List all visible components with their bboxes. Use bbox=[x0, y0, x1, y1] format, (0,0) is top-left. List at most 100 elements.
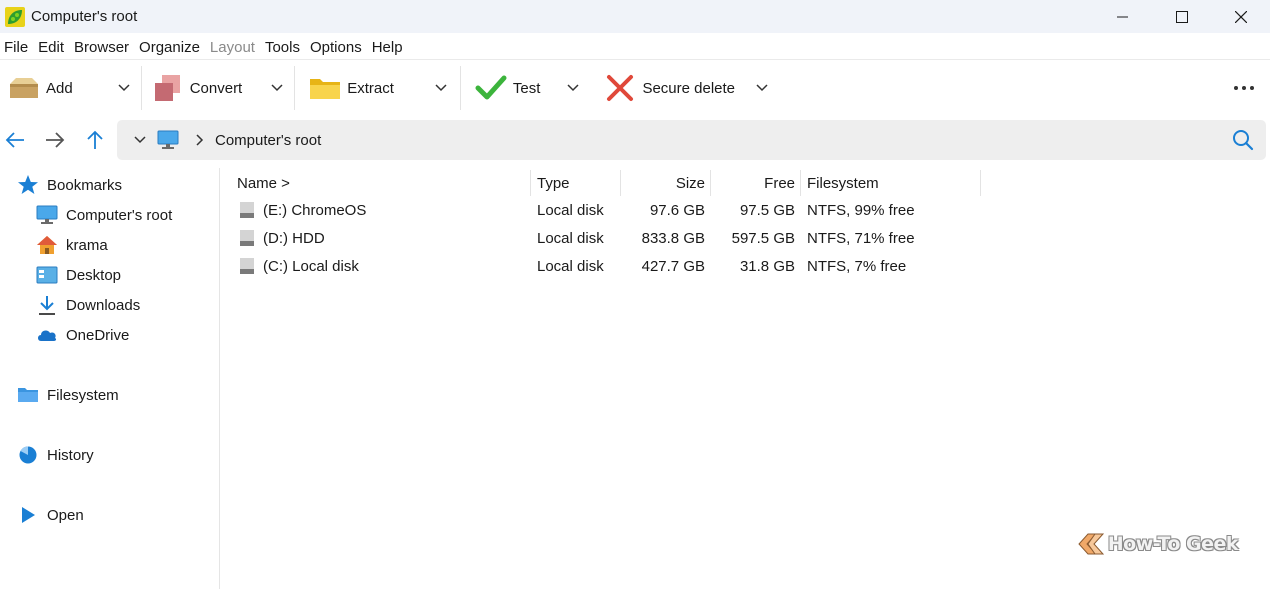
sidebar-history[interactable]: History bbox=[17, 443, 94, 467]
download-icon bbox=[36, 294, 58, 316]
minimize-button[interactable] bbox=[1093, 0, 1152, 33]
column-divider[interactable] bbox=[980, 170, 981, 196]
sidebar-item-label: krama bbox=[66, 236, 108, 254]
sidebar-item-computers-root[interactable]: Computer's root bbox=[36, 203, 172, 227]
toolbar-separator bbox=[294, 66, 296, 110]
folder-icon bbox=[17, 384, 39, 406]
column-divider[interactable] bbox=[620, 170, 621, 196]
address-bar[interactable]: Computer's root bbox=[117, 120, 1266, 160]
search-icon[interactable] bbox=[1232, 129, 1254, 151]
sidebar-item-onedrive[interactable]: OneDrive bbox=[36, 323, 129, 347]
menu-options[interactable]: Options bbox=[306, 39, 366, 56]
add-label: Add bbox=[46, 79, 73, 97]
chevron-down-icon bbox=[567, 84, 579, 92]
cell-size: 833.8 GB bbox=[641, 229, 705, 247]
drive-icon bbox=[240, 258, 254, 274]
chevron-down-icon[interactable] bbox=[133, 135, 147, 145]
sidebar-open[interactable]: Open bbox=[17, 503, 84, 527]
cell-name: (E:) ChromeOS bbox=[239, 196, 529, 224]
extract-label: Extract bbox=[347, 79, 394, 97]
drive-name: (D:) HDD bbox=[263, 229, 325, 247]
sidebar-history-label: History bbox=[47, 446, 94, 464]
app-logo-icon bbox=[5, 6, 25, 27]
sidebar-item-desktop[interactable]: Desktop bbox=[36, 263, 121, 287]
menu-edit[interactable]: Edit bbox=[34, 39, 68, 56]
back-button[interactable] bbox=[3, 128, 27, 152]
forward-button[interactable] bbox=[43, 128, 67, 152]
drive-icon bbox=[240, 202, 254, 218]
more-options-button[interactable] bbox=[1232, 78, 1256, 98]
window-title: Computer's root bbox=[31, 8, 138, 25]
chevron-down-icon bbox=[271, 84, 283, 92]
arrow-left-icon bbox=[5, 132, 24, 148]
drive-name: (C:) Local disk bbox=[263, 257, 359, 275]
column-header-filesystem[interactable]: Filesystem bbox=[807, 170, 977, 196]
test-label: Test bbox=[512, 79, 541, 97]
column-divider[interactable] bbox=[800, 170, 801, 196]
table-row[interactable]: (D:) HDD Local disk 833.8 GB 597.5 GB NT… bbox=[221, 224, 981, 252]
cell-filesystem: NTFS, 99% free bbox=[807, 201, 915, 219]
drive-name: (E:) ChromeOS bbox=[263, 201, 367, 219]
column-divider[interactable] bbox=[530, 170, 531, 196]
drive-icon bbox=[240, 230, 254, 246]
column-header-size[interactable]: Size bbox=[623, 170, 705, 196]
extract-button[interactable]: Extract bbox=[309, 62, 394, 114]
sidebar-item-label: OneDrive bbox=[66, 326, 130, 344]
test-dropdown-button[interactable] bbox=[562, 78, 584, 98]
menu-file[interactable]: File bbox=[0, 39, 32, 56]
column-header-name[interactable]: Name > bbox=[237, 170, 527, 196]
up-button[interactable] bbox=[83, 128, 107, 152]
sidebar-filesystem-label: Filesystem bbox=[47, 386, 119, 404]
convert-icon bbox=[154, 75, 180, 101]
menu-organize[interactable]: Organize bbox=[135, 39, 204, 56]
sidebar-bookmarks[interactable]: Bookmarks bbox=[17, 173, 122, 197]
secure-delete-dropdown-button[interactable] bbox=[751, 78, 773, 98]
cell-size: 427.7 GB bbox=[641, 257, 705, 275]
maximize-button[interactable] bbox=[1152, 0, 1211, 33]
sidebar-bookmarks-label: Bookmarks bbox=[47, 176, 123, 194]
convert-dropdown-button[interactable] bbox=[266, 78, 288, 98]
table-row[interactable]: (C:) Local disk Local disk 427.7 GB 31.8… bbox=[221, 252, 981, 280]
cell-free: 597.5 GB bbox=[731, 229, 795, 247]
chevron-down-icon bbox=[756, 84, 768, 92]
secure-delete-button[interactable]: Secure delete bbox=[604, 62, 735, 114]
maximize-icon bbox=[1175, 10, 1188, 23]
ellipsis-icon bbox=[1234, 86, 1254, 90]
menu-help[interactable]: Help bbox=[368, 39, 407, 56]
sidebar-item-downloads[interactable]: Downloads bbox=[36, 293, 140, 317]
minimize-icon bbox=[1116, 16, 1128, 17]
add-button[interactable]: Add bbox=[8, 62, 73, 114]
delete-x-icon bbox=[607, 75, 634, 101]
close-button[interactable] bbox=[1211, 0, 1270, 33]
star-icon bbox=[17, 174, 39, 196]
navigation-row: Computer's root bbox=[0, 120, 1270, 160]
menu-tools[interactable]: Tools bbox=[261, 39, 304, 56]
cell-filesystem: NTFS, 7% free bbox=[807, 257, 907, 275]
home-icon bbox=[36, 234, 58, 256]
watermark-logo-icon bbox=[1078, 533, 1104, 555]
convert-label: Convert bbox=[189, 79, 243, 97]
window-controls bbox=[1093, 0, 1270, 33]
extract-dropdown-button[interactable] bbox=[430, 78, 452, 98]
menu-browser[interactable]: Browser bbox=[70, 39, 133, 56]
table-row[interactable]: (E:) ChromeOS Local disk 97.6 GB 97.5 GB… bbox=[221, 196, 981, 224]
column-header-type[interactable]: Type bbox=[537, 170, 617, 196]
file-list: Name > Type Size Free Filesystem (E:) Ch… bbox=[221, 168, 1270, 589]
sidebar-open-label: Open bbox=[47, 506, 84, 524]
sidebar-filesystem[interactable]: Filesystem bbox=[17, 383, 119, 407]
sidebar-item-krama[interactable]: krama bbox=[36, 233, 108, 257]
menu-layout[interactable]: Layout bbox=[206, 39, 259, 56]
folder-icon bbox=[310, 79, 341, 99]
cell-type: Local disk bbox=[537, 201, 604, 219]
chevron-right-icon bbox=[196, 134, 204, 146]
add-dropdown-button[interactable] bbox=[113, 78, 135, 98]
desktop-icon bbox=[36, 264, 58, 286]
convert-button[interactable]: Convert bbox=[152, 62, 243, 114]
cloud-icon bbox=[36, 324, 58, 346]
title-bar: Computer's root bbox=[0, 0, 1270, 33]
play-arrow-icon bbox=[17, 504, 39, 526]
test-button[interactable]: Test bbox=[475, 62, 541, 114]
address-path[interactable]: Computer's root bbox=[215, 132, 321, 149]
column-header-free[interactable]: Free bbox=[713, 170, 795, 196]
column-divider[interactable] bbox=[710, 170, 711, 196]
